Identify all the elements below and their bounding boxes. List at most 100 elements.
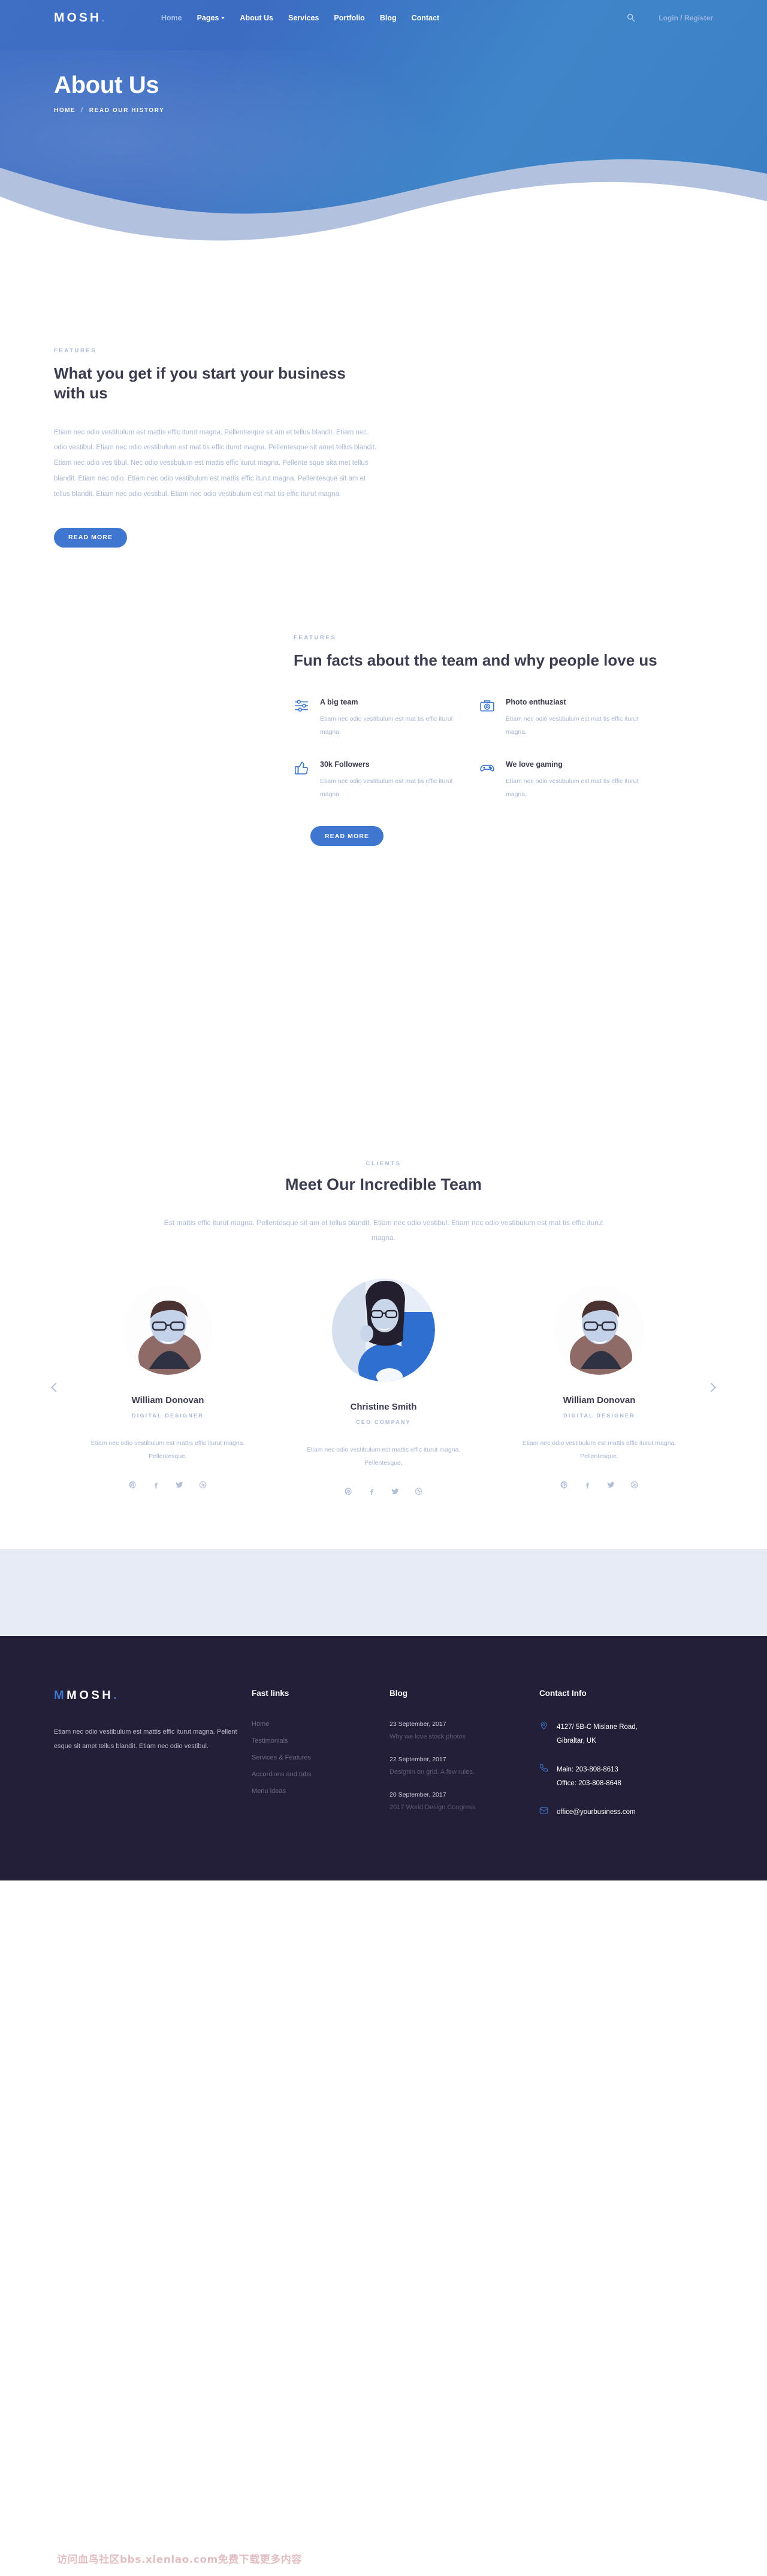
phone-office[interactable]: Office: 203-808-8648: [557, 1777, 621, 1790]
footer-blog-column: Blog 23 September, 2017 Why we love stoc…: [389, 1689, 539, 1827]
member-role: CEO COMPANY: [356, 1419, 411, 1426]
nav-label: Pages: [197, 14, 219, 22]
footer-contact-column: Contact Info 4127/ 5B-C Mislane Road, Gi…: [539, 1689, 713, 1827]
footer-link-home[interactable]: Home: [252, 1721, 389, 1728]
nav-label: Blog: [379, 14, 397, 22]
logo-text: MOSH: [54, 11, 101, 25]
features-intro-section: FEATURES What you get if you start your …: [0, 252, 767, 548]
member-description: Etiam nec odio vestibulum est mattis eff…: [90, 1440, 245, 1461]
section-body-text: Etiam nec odio vestibulum est mattis eff…: [54, 428, 377, 498]
blog-title-link[interactable]: Designin on grid. A few rules.: [389, 1768, 539, 1776]
nav-label: About Us: [240, 14, 273, 22]
member-social-links: [294, 1487, 473, 1495]
avatar: [123, 1285, 213, 1375]
address-line-2: Gibraltar, UK: [557, 1737, 596, 1744]
footer-blog-list: 23 September, 2017 Why we love stock pho…: [389, 1721, 539, 1811]
pre-footer-strip: [0, 1549, 767, 1637]
feature-item-photo-enthuziast: Photo enthuziast Etiam nec odio vestibul…: [479, 698, 665, 739]
footer-column-title: Contact Info: [539, 1689, 587, 1698]
twitter-icon[interactable]: [176, 1481, 183, 1489]
nav-label: Portfolio: [334, 14, 365, 22]
member-name: William Donovan: [563, 1395, 636, 1406]
gamepad-icon: [479, 760, 495, 776]
footer-blog-item: 22 September, 2017 Designin on grid. A f…: [389, 1756, 539, 1776]
search-icon[interactable]: [626, 13, 636, 23]
dribbble-icon[interactable]: [630, 1481, 638, 1489]
pinterest-icon[interactable]: [129, 1481, 137, 1489]
member-role: DIGITAL DESIGNER: [563, 1413, 635, 1419]
footer-about-text: Etiam nec odio vestibulum est mattis eff…: [54, 1728, 237, 1750]
team-member-card: William Donovan DIGITAL DESIGNER Etiam n…: [78, 1285, 258, 1495]
feature-text: Etiam nec odio vestibulum est mat tis ef…: [320, 778, 453, 799]
sliders-icon: [294, 698, 309, 713]
feature-item-we-love-gaming: We love gaming Etiam nec odio vestibulum…: [479, 760, 665, 801]
login-register-link[interactable]: Login / Register: [659, 14, 713, 22]
footer-link-services-features[interactable]: Services & Features: [252, 1754, 389, 1761]
breadcrumb: HOME / READ OUR HISTORY: [54, 107, 713, 114]
blog-date: 22 September, 2017: [389, 1756, 446, 1764]
nav-item-contact[interactable]: Contact: [412, 14, 440, 22]
feature-item-a-big-team: A big team Etiam nec odio vestibulum est…: [294, 698, 479, 739]
footer-link-menu-ideas[interactable]: Menu ideas: [252, 1788, 389, 1795]
section-heading: What you get if you start your business …: [54, 364, 346, 403]
location-icon: [539, 1721, 548, 1730]
blog-title-link[interactable]: Why we love stock photos: [389, 1733, 539, 1740]
member-social-links: [78, 1481, 258, 1489]
footer-logo[interactable]: MMOSH.: [54, 1689, 252, 1703]
hero-content: About Us HOME / READ OUR HISTORY: [54, 36, 713, 114]
mail-icon: [539, 1806, 548, 1815]
thumbs-up-icon: [294, 760, 309, 776]
breadcrumb-current: READ OUR HISTORY: [89, 107, 165, 114]
read-more-button[interactable]: READ MORE: [310, 826, 384, 846]
footer-about-column: MMOSH. Etiam nec odio vestibulum est mat…: [54, 1689, 252, 1827]
team-section: CLIENTS Meet Our Incredible Team Est mat…: [0, 846, 767, 1495]
email-address[interactable]: office@yourbusiness.com: [557, 1806, 636, 1819]
avatar: [332, 1278, 435, 1382]
section-eyebrow: FEATURES: [294, 634, 337, 641]
phone-main[interactable]: Main: 203-808-8613: [557, 1763, 621, 1776]
feature-title: 30k Followers: [320, 760, 370, 769]
footer-fastlinks-column: Fast links Home Testimonials Services & …: [252, 1689, 389, 1827]
section-subtitle: Est mattis effic iturut magna. Pellentes…: [164, 1218, 603, 1242]
chevron-right-icon[interactable]: [706, 1381, 719, 1394]
member-name: William Donovan: [131, 1395, 204, 1406]
twitter-icon[interactable]: [607, 1481, 615, 1489]
read-more-button[interactable]: READ MORE: [54, 527, 128, 548]
breadcrumb-home[interactable]: HOME: [54, 107, 76, 114]
watermark-overlay: 访问血鸟社区bbs.xlenlao.com免费下载更多内容: [57, 2554, 302, 2566]
feature-text: Etiam nec odio vestibulum est mat tis ef…: [506, 778, 639, 799]
nav-item-about-us[interactable]: About Us: [240, 14, 273, 22]
contact-address: 4127/ 5B-C Mislane Road, Gibraltar, UK: [539, 1721, 713, 1747]
member-role: DIGITAL DESIGNER: [132, 1413, 204, 1419]
hero-wave-decoration: [0, 159, 767, 252]
footer-column-title: Fast links: [252, 1689, 289, 1698]
member-name: Christine Smith: [350, 1402, 417, 1413]
pinterest-icon[interactable]: [345, 1487, 352, 1495]
facebook-icon[interactable]: [152, 1481, 160, 1489]
dribbble-icon[interactable]: [199, 1481, 207, 1489]
phone-icon: [539, 1763, 548, 1773]
pinterest-icon[interactable]: [560, 1481, 568, 1489]
feature-title: We love gaming: [506, 760, 563, 769]
feature-grid: A big team Etiam nec odio vestibulum est…: [294, 698, 665, 823]
facebook-icon[interactable]: [368, 1487, 376, 1495]
nav-item-home[interactable]: Home: [161, 14, 182, 22]
section-eyebrow: FEATURES: [54, 347, 97, 354]
breadcrumb-separator: /: [81, 107, 84, 114]
chevron-left-icon[interactable]: [48, 1381, 61, 1394]
footer-link-testimonials[interactable]: Testimonials: [252, 1737, 389, 1744]
contact-phone: Main: 203-808-8613 Office: 203-808-8648: [539, 1763, 713, 1790]
member-description: Etiam nec odio vestibulum est mattis eff…: [306, 1446, 461, 1467]
site-logo[interactable]: MOSH.: [54, 11, 107, 25]
section-heading: Meet Our Incredible Team: [285, 1175, 482, 1194]
facebook-icon[interactable]: [584, 1481, 591, 1489]
dribbble-icon[interactable]: [415, 1487, 422, 1495]
nav-item-pages[interactable]: Pages: [197, 14, 225, 22]
nav-item-portfolio[interactable]: Portfolio: [334, 14, 364, 22]
nav-item-services[interactable]: Services: [288, 14, 319, 22]
footer-link-accordions-tabs[interactable]: Accordions and tabs: [252, 1771, 389, 1778]
twitter-icon[interactable]: [391, 1487, 399, 1495]
nav-item-blog[interactable]: Blog: [380, 14, 397, 22]
blog-title-link[interactable]: 2017 World Design Congress: [389, 1804, 539, 1811]
fun-facts-section: FEATURES Fun facts about the team and wh…: [0, 548, 767, 846]
